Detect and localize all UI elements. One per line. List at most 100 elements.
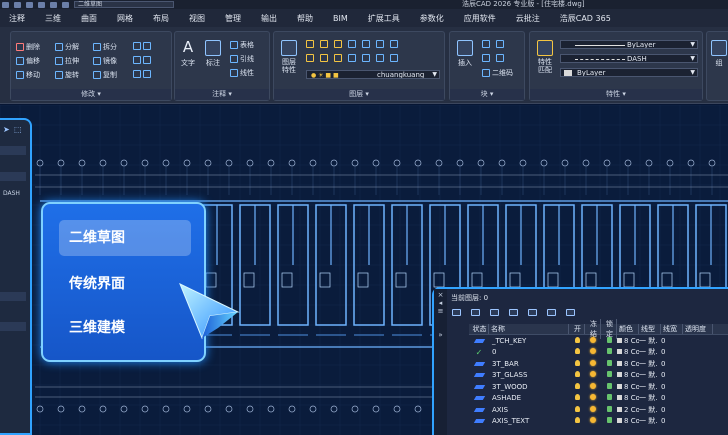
layer-lineweight[interactable]: 0 <box>661 348 683 356</box>
annotate-panel-label[interactable]: 注释 ▾ <box>175 89 269 100</box>
column-header[interactable]: 线型 <box>639 324 661 334</box>
layer-lock-toggle[interactable] <box>601 394 617 402</box>
layer-on-toggle[interactable] <box>569 405 585 414</box>
stretch-tool[interactable]: 拉伸 <box>55 56 79 66</box>
new-vp-layer-icon[interactable] <box>471 309 480 316</box>
close-icon[interactable]: × <box>434 291 447 299</box>
layer-linetype[interactable]: 一 默. <box>639 393 661 403</box>
menu-item[interactable]: 管理 <box>216 13 252 24</box>
new-file-icon[interactable] <box>2 1 9 8</box>
layer-row[interactable]: AXIS_TEXT 8 Co...一 默.0 <box>469 416 728 428</box>
layer-name[interactable]: 0 <box>489 348 569 356</box>
layer-row[interactable]: _TCH_KEY 8 Co...一 默.0 <box>469 335 728 347</box>
layer-lineweight[interactable]: 0 <box>661 394 683 402</box>
layer-on-toggle[interactable] <box>569 359 585 368</box>
layer-color[interactable]: 8 Co... <box>617 417 639 425</box>
layer-off-icon[interactable] <box>320 40 328 48</box>
rotate-tool[interactable]: 旋转 <box>55 70 79 80</box>
layer-color[interactable]: 8 Co... <box>617 360 639 368</box>
layer-freeze-toggle[interactable] <box>585 394 601 402</box>
refresh-icon[interactable] <box>566 309 575 316</box>
layer-prev-icon[interactable] <box>390 40 398 48</box>
block-attr-icon[interactable] <box>496 54 504 62</box>
color-combo[interactable]: ByLayer ▼ <box>560 40 698 49</box>
leader-tool[interactable]: 引线 <box>230 54 254 64</box>
block-edit-icon[interactable] <box>482 54 490 62</box>
layer-filter-icon[interactable] <box>528 309 537 316</box>
qrcode-icon[interactable] <box>496 40 504 48</box>
dock-row[interactable] <box>0 322 26 331</box>
column-header[interactable]: 状态 <box>469 324 489 334</box>
layer-freeze-toggle[interactable] <box>585 336 601 345</box>
table-tool[interactable]: 表格 <box>230 40 254 50</box>
collapse-icon[interactable]: ◂ <box>434 299 447 307</box>
open-file-icon[interactable] <box>14 1 21 8</box>
layer-freeze-toggle[interactable] <box>585 405 601 414</box>
layer-row[interactable]: 3T_GLASS 8 Co...一 默.0 <box>469 370 728 382</box>
layer-color[interactable]: 8 Co... <box>617 337 639 345</box>
properties-panel-label[interactable]: 特性 ▾ <box>530 89 702 100</box>
layer-lock-toggle[interactable] <box>601 348 617 356</box>
block-create-icon[interactable] <box>482 40 490 48</box>
layer-lock-toggle[interactable] <box>601 417 617 425</box>
print-icon[interactable] <box>38 1 45 8</box>
layer-props-button[interactable]: 图层 特性 <box>277 40 301 74</box>
layer-lineweight[interactable]: 0 <box>661 371 683 379</box>
layer-freeze-toggle[interactable] <box>585 382 601 391</box>
current-layer-combo[interactable]: ● ☀ ■ ■ chuangkuang ▼ <box>306 70 440 79</box>
layer-walk-icon[interactable] <box>306 54 314 62</box>
layer-lineweight[interactable]: 0 <box>661 406 683 414</box>
layer-name[interactable]: _TCH_KEY <box>489 337 569 345</box>
layer-on-toggle[interactable] <box>569 394 585 402</box>
layer-linetype[interactable]: 一 默. <box>639 359 661 369</box>
linear-dim-tool[interactable]: 线性 <box>230 68 254 78</box>
layer-on-toggle[interactable] <box>569 348 585 356</box>
save-icon[interactable] <box>26 1 33 8</box>
column-header[interactable]: 线宽 <box>661 324 683 334</box>
layer-freeze-icon[interactable] <box>348 40 356 48</box>
layer-name[interactable]: ASHADE <box>489 394 569 402</box>
layer-lineweight[interactable]: 0 <box>661 383 683 391</box>
menu-item[interactable]: 帮助 <box>288 13 324 24</box>
mirror-tool[interactable]: 镜像 <box>93 56 117 66</box>
menu-item[interactable]: 参数化 <box>411 13 455 24</box>
layer-unlock-icon[interactable] <box>348 54 356 62</box>
layer-row[interactable]: ASHADE 8 Co...一 默.0 <box>469 393 728 405</box>
layer-on-toggle[interactable] <box>569 371 585 379</box>
explode-tool[interactable]: 分解 <box>55 42 79 52</box>
layer-lock-toggle[interactable] <box>601 405 617 414</box>
layer-states-icon[interactable] <box>547 309 556 316</box>
dock-row[interactable] <box>0 172 26 181</box>
layer-unisolate-icon[interactable] <box>320 54 328 62</box>
redo-icon[interactable] <box>62 1 69 8</box>
layer-row[interactable]: AXIS 2 Co...一 默.0 <box>469 404 728 416</box>
dock-row[interactable] <box>0 292 26 301</box>
layer-name[interactable]: 3T_WOOD <box>489 383 569 391</box>
menu-item[interactable]: 网格 <box>108 13 144 24</box>
workspace-option-2d-draft[interactable]: 二维草图 <box>59 220 191 256</box>
layer-row[interactable]: 3T_WOOD 8 Co...一 默.0 <box>469 381 728 393</box>
dimension-button[interactable]: 标注 <box>202 40 224 68</box>
layer-panel-label[interactable]: 图层 ▾ <box>274 89 444 100</box>
block-panel-label[interactable]: 块 ▾ <box>450 89 524 100</box>
select-icon[interactable]: ⬚ <box>14 125 22 134</box>
layer-color[interactable]: 8 Co... <box>617 383 639 391</box>
array-tool[interactable] <box>133 42 151 50</box>
layer-color[interactable]: 8 Co... <box>617 348 639 356</box>
layer-color[interactable]: 8 Co... <box>617 394 639 402</box>
layer-freeze-toggle[interactable] <box>585 348 601 356</box>
dock-row[interactable] <box>0 146 26 155</box>
menu-item[interactable]: 曲面 <box>72 13 108 24</box>
layer-linetype[interactable]: 一 默. <box>639 405 661 415</box>
erase-tool[interactable]: 删除 <box>16 42 40 52</box>
menu-item[interactable]: 三维 <box>36 13 72 24</box>
text-button[interactable]: A 文字 <box>177 40 199 68</box>
layer-isolate-icon[interactable] <box>334 40 342 48</box>
layer-name[interactable]: 3T_BAR <box>489 360 569 368</box>
column-header[interactable]: 开 <box>569 324 585 334</box>
menu-item[interactable]: 云批注 <box>507 13 551 24</box>
layer-delete-icon[interactable] <box>376 54 384 62</box>
menu-item[interactable]: 布局 <box>144 13 180 24</box>
layer-linetype[interactable]: 一 默. <box>639 382 661 392</box>
layer-lock-toggle[interactable] <box>601 336 617 345</box>
